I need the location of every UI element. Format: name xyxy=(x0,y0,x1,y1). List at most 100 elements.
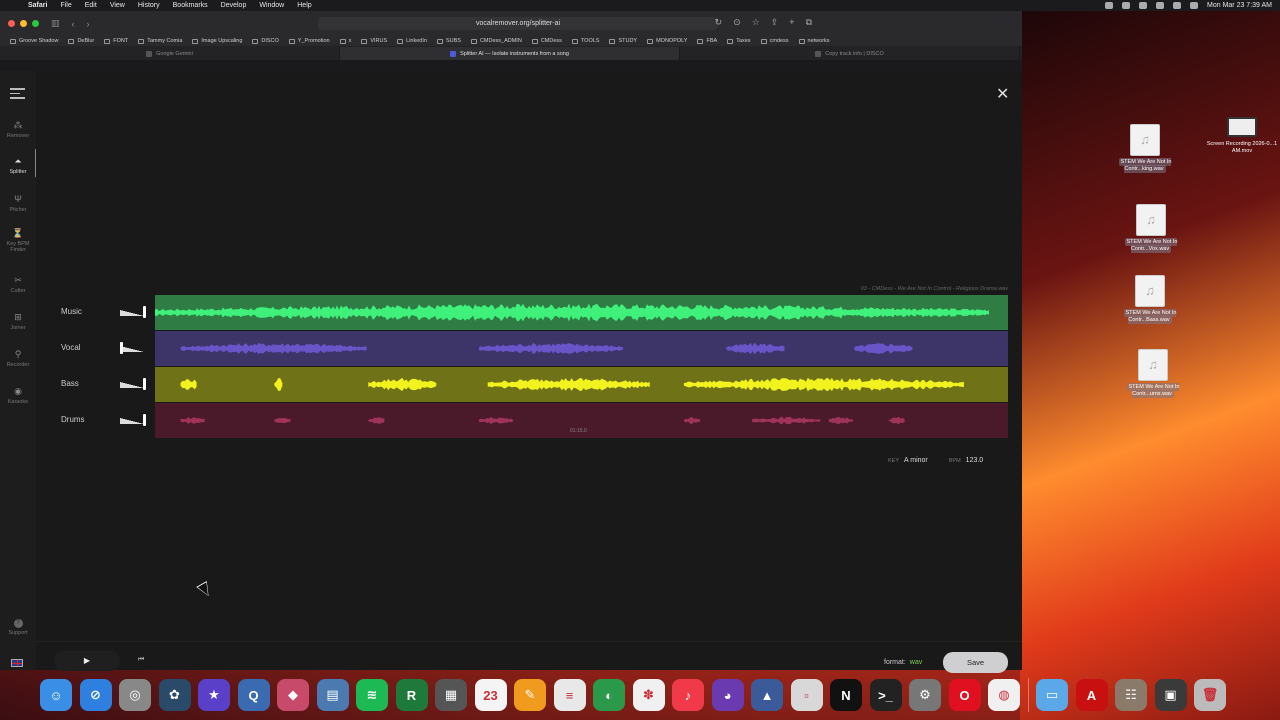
menu-view[interactable]: View xyxy=(110,2,125,9)
waveform[interactable] xyxy=(155,295,1008,330)
menu-window[interactable]: Window xyxy=(259,2,284,9)
mixer-icon[interactable]: ☷ xyxy=(1115,679,1147,711)
spotify-icon[interactable]: ≋ xyxy=(356,679,388,711)
stacks-icon[interactable]: ▣ xyxy=(1154,679,1187,711)
bookmark-item[interactable]: VIRUS xyxy=(361,38,387,44)
minimize-window-button[interactable] xyxy=(20,20,27,27)
record-status-icon[interactable] xyxy=(1105,2,1114,9)
menu-app-name[interactable]: Safari xyxy=(28,2,47,9)
bookmark-item[interactable]: Image Upscaling xyxy=(192,38,242,44)
sidebar-item-key-bpm-finder[interactable]: ⏳ Key BPM Finder xyxy=(0,229,36,254)
save-button[interactable]: Save xyxy=(943,652,1008,673)
bookmark-item[interactable]: cmdess xyxy=(760,38,789,44)
trash-icon[interactable]: 🗑 xyxy=(1194,679,1226,711)
quicktime-icon[interactable]: Q xyxy=(237,679,270,711)
bookmark-item[interactable]: Taxes xyxy=(727,38,751,44)
bookmark-item[interactable]: TOOLS xyxy=(571,38,599,44)
menu-help[interactable]: Help xyxy=(297,2,311,9)
sidebar-item-pitcher[interactable]: Ψ Pitcher xyxy=(0,195,36,214)
bookmark-item[interactable]: Groove Shadow xyxy=(10,38,58,44)
menu-develop[interactable]: Develop xyxy=(221,2,247,9)
close-window-button[interactable] xyxy=(8,20,15,27)
sidebar-item-cutter[interactable]: ✂ Cutter xyxy=(0,276,36,295)
bookmark-item[interactable]: MONOPOLY xyxy=(647,38,687,44)
preview-icon[interactable]: ▤ xyxy=(316,679,349,711)
sidebar-item-splitter[interactable]: ⏶ Splitter xyxy=(0,149,36,177)
system-settings-icon[interactable]: ⚙ xyxy=(909,679,941,711)
play-button[interactable]: ▶ xyxy=(54,651,120,671)
tab-disco[interactable]: Copy track info | DISCO xyxy=(680,47,1020,60)
bookmark-item[interactable]: CMDess_ADMIN xyxy=(470,38,522,44)
bookmark-item[interactable]: networks xyxy=(798,38,830,44)
user-status-icon[interactable] xyxy=(1173,2,1182,9)
opera-icon[interactable]: O xyxy=(948,679,981,711)
textedit-icon[interactable]: ≡ xyxy=(553,679,586,711)
menubar-clock[interactable]: Mon Mar 23 7:39 AM xyxy=(1207,2,1272,9)
volume-knob[interactable] xyxy=(143,414,146,426)
back-icon[interactable]: ‹ xyxy=(72,19,75,29)
sidebar-item-remover[interactable]: ⁂ Remover xyxy=(0,121,36,140)
native-instruments-icon[interactable]: N xyxy=(830,679,862,711)
firefox-icon[interactable]: ◕ xyxy=(711,679,744,711)
desktop-file-stem-backing[interactable]: ♫ STEM We Are Not In Contr...king.wav xyxy=(1109,124,1181,173)
fl-reaper-icon[interactable]: R xyxy=(395,679,428,711)
tab-overview-icon[interactable]: ⧉ xyxy=(806,17,812,28)
control-center-icon[interactable] xyxy=(1190,2,1199,9)
tab-splitter-ai[interactable]: Splitter AI — Isolate instruments from a… xyxy=(340,47,680,60)
close-icon[interactable]: ✕ xyxy=(996,87,1009,103)
hamburger-menu-icon[interactable] xyxy=(10,88,25,102)
desktop-file-stem-vox[interactable]: ♫ STEM We Are Not In Contr...Vox.wav xyxy=(1115,204,1187,253)
affinity-icon[interactable]: ◆ xyxy=(277,679,309,711)
sidebar-item-recorder[interactable]: ⚲ Recorder xyxy=(0,350,36,369)
bookmark-item[interactable]: Y_Promotion xyxy=(288,38,330,44)
bookmark-item[interactable]: DISCO xyxy=(252,38,279,44)
bookmark-star-icon[interactable]: ☆ xyxy=(752,17,760,28)
new-tab-icon[interactable]: + xyxy=(789,17,794,28)
sidebar-toggle-icon[interactable]: ▥ xyxy=(51,18,60,29)
zoom-window-button[interactable] xyxy=(32,20,39,27)
bookmark-item[interactable]: x xyxy=(339,38,351,44)
sidebar-item-karaoke[interactable]: ◉ Karaoke xyxy=(0,387,36,406)
chrome-icon[interactable]: ◍ xyxy=(988,679,1020,711)
uk-flag-icon[interactable] xyxy=(11,659,23,667)
acrobat-icon[interactable]: A xyxy=(1075,679,1108,711)
calendar-icon[interactable]: 23 xyxy=(474,679,507,711)
volume-slider[interactable] xyxy=(120,342,146,354)
desktop-file-stem-drums[interactable]: ♫ STEM We Are Not In Contr...urns.wav xyxy=(1117,349,1189,398)
bookmark-item[interactable]: Tammy Comia xyxy=(138,38,182,44)
calculator-icon[interactable]: ▦ xyxy=(435,679,467,711)
gpu-icon[interactable]: ◐ xyxy=(593,679,625,711)
bookmark-item[interactable]: DeBlur xyxy=(68,38,94,44)
address-bar[interactable]: vocalremover.org/splitter-ai xyxy=(318,17,718,30)
download-icon[interactable]: ⊙ xyxy=(733,17,741,28)
finder-icon[interactable]: ☺ xyxy=(40,679,72,711)
volume-slider[interactable] xyxy=(120,306,146,318)
photos-icon[interactable]: ✽ xyxy=(632,679,665,711)
waveform[interactable] xyxy=(155,367,1008,402)
bookmark-item[interactable]: FONT xyxy=(104,38,128,44)
volume-status-icon[interactable] xyxy=(1122,2,1131,9)
volume-knob[interactable] xyxy=(143,378,146,390)
logic-icon[interactable]: ▲ xyxy=(751,679,783,711)
desktop-file-screen-recording[interactable]: Screen Recording 2026-0...1 AM.mov xyxy=(1206,117,1278,154)
format-selector[interactable]: format: wav xyxy=(884,659,922,666)
volume-knob[interactable] xyxy=(120,342,123,354)
skip-back-button[interactable]: ⏮ xyxy=(138,656,144,664)
music-icon[interactable]: ♪ xyxy=(672,679,704,711)
volume-slider[interactable] xyxy=(120,378,146,390)
menu-edit[interactable]: Edit xyxy=(85,2,97,9)
volume-slider[interactable] xyxy=(120,414,146,426)
volume-knob[interactable] xyxy=(143,306,146,318)
davinci-resolve-icon[interactable]: ✿ xyxy=(158,679,191,711)
launchpad-icon[interactable]: ◎ xyxy=(119,679,151,711)
blank-app-icon[interactable]: ▫ xyxy=(790,679,823,711)
safari-icon[interactable]: ⊘ xyxy=(79,679,112,711)
bookmark-item[interactable]: CMDess xyxy=(531,38,562,44)
wifi-status-icon[interactable] xyxy=(1156,2,1165,9)
bluetooth-status-icon[interactable] xyxy=(1139,2,1148,9)
support-link[interactable]: ? Support xyxy=(0,619,36,636)
menu-history[interactable]: History xyxy=(138,2,160,9)
bookmark-item[interactable]: FBA xyxy=(697,38,717,44)
terminal-icon[interactable]: >_ xyxy=(869,679,902,711)
bookmark-item[interactable]: LinkedIn xyxy=(397,38,427,44)
